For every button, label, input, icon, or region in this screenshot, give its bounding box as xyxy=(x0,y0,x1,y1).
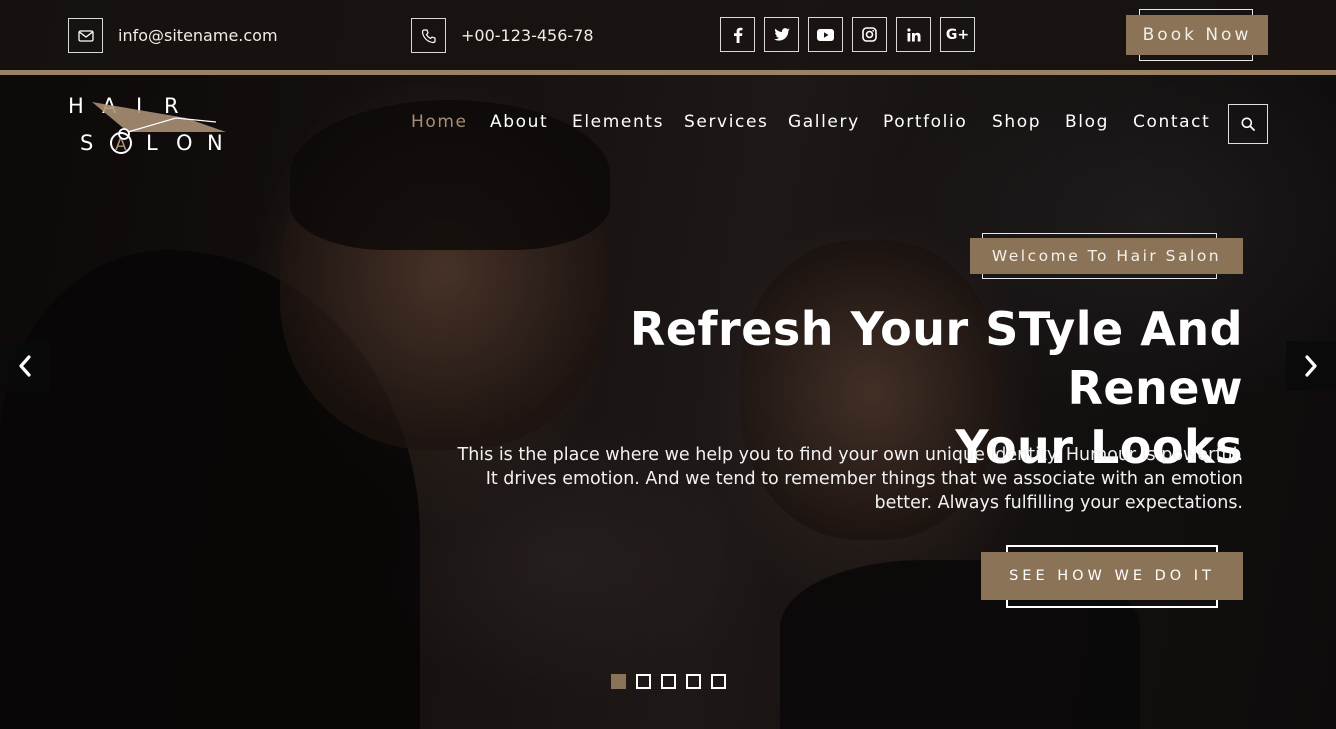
book-now-wrapper: Book Now xyxy=(1126,9,1268,61)
see-how-we-do-it-button[interactable]: SEE HOW WE DO IT xyxy=(981,552,1243,600)
nav-item-about[interactable]: About xyxy=(490,112,548,132)
book-now-button[interactable]: Book Now xyxy=(1126,15,1268,55)
nav-item-elements[interactable]: Elements xyxy=(572,112,664,132)
envelope-icon xyxy=(68,18,103,53)
search-icon xyxy=(1241,117,1255,131)
hero-headline-line1: Refresh Your STyle And Renew xyxy=(629,302,1243,415)
slider-dot-5[interactable] xyxy=(711,674,726,689)
chevron-right-icon xyxy=(1305,355,1317,377)
slider-dot-1[interactable] xyxy=(611,674,626,689)
nav-item-shop[interactable]: Shop xyxy=(992,112,1041,132)
hero-description-line3: better. Always fulfilling your expectati… xyxy=(874,493,1243,513)
topbar-divider xyxy=(0,70,1336,75)
slider-next-button[interactable] xyxy=(1286,341,1336,391)
nav-item-gallery[interactable]: Gallery xyxy=(788,112,860,132)
slider-dot-4[interactable] xyxy=(686,674,701,689)
search-button[interactable] xyxy=(1228,104,1268,144)
top-bar: info@sitename.com +00-123-456-78 G+ Book… xyxy=(0,0,1336,70)
nav-item-portfolio[interactable]: Portfolio xyxy=(883,112,967,132)
facebook-icon[interactable] xyxy=(720,17,755,52)
linkedin-icon[interactable] xyxy=(896,17,931,52)
hero-description: This is the place where we help you to f… xyxy=(423,443,1244,515)
hero-description-line2: It drives emotion. And we tend to rememb… xyxy=(485,469,1243,489)
slider-prev-button[interactable] xyxy=(0,341,50,391)
youtube-icon[interactable] xyxy=(808,17,843,52)
instagram-icon[interactable] xyxy=(852,17,887,52)
welcome-badge: Welcome To Hair Salon xyxy=(970,238,1243,274)
phone-icon xyxy=(411,18,446,53)
nav-item-blog[interactable]: Blog xyxy=(1065,112,1109,132)
slider-dot-3[interactable] xyxy=(661,674,676,689)
welcome-badge-wrapper: Welcome To Hair Salon xyxy=(970,233,1243,279)
cta-wrapper: SEE HOW WE DO IT xyxy=(981,545,1243,608)
chevron-left-icon xyxy=(19,355,31,377)
google-plus-icon[interactable]: G+ xyxy=(940,17,975,52)
phone-link[interactable]: +00-123-456-78 xyxy=(461,26,594,45)
hero-description-line1: This is the place where we help you to f… xyxy=(457,445,1244,465)
slider-dot-2[interactable] xyxy=(636,674,651,689)
email-link[interactable]: info@sitename.com xyxy=(118,26,278,45)
nav-item-services[interactable]: Services xyxy=(684,112,769,132)
nav-item-contact[interactable]: Contact xyxy=(1133,112,1210,132)
main-navigation: Home About Elements Services Gallery Por… xyxy=(0,112,1336,136)
slider-pagination xyxy=(611,674,726,689)
nav-item-home[interactable]: Home xyxy=(411,112,468,132)
twitter-icon[interactable] xyxy=(764,17,799,52)
